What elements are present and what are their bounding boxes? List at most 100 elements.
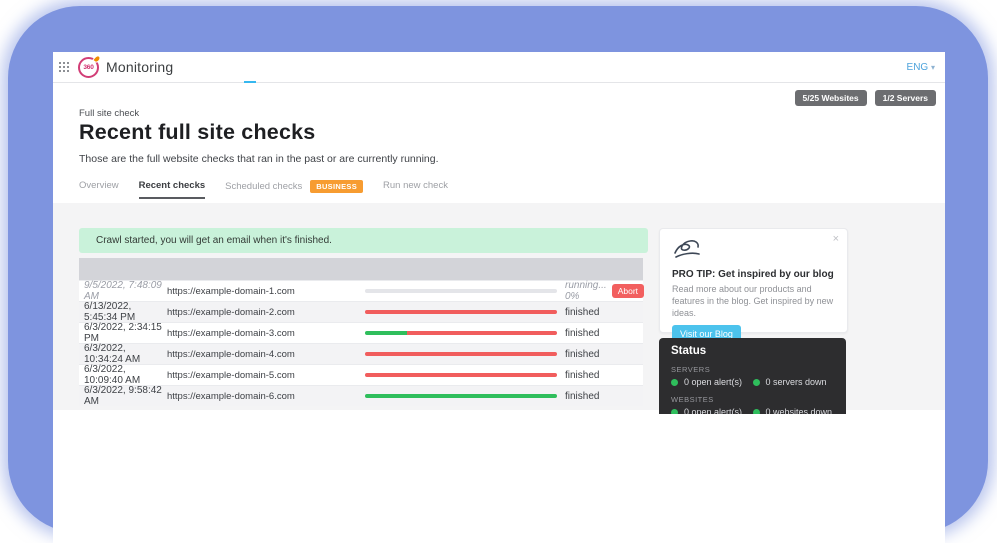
cell-date: 6/3/2022, 2:34:15 PM — [79, 322, 167, 344]
cell-date: 6/3/2022, 9:58:42 AM — [79, 385, 167, 407]
status-item: 0 open alert(s) — [671, 377, 753, 387]
status-ok-dot — [753, 379, 760, 386]
progress-bar — [365, 310, 557, 314]
page-title: Recent full site checks — [79, 120, 315, 145]
close-icon[interactable]: × — [833, 233, 839, 245]
cell-start-page: https://example-domain-4.com — [167, 349, 365, 360]
cell-start-page: https://example-domain-1.com — [167, 286, 365, 297]
table-body: 9/5/2022, 7:48:09 AM https://example-dom… — [79, 280, 643, 406]
nav-item[interactable] — [244, 52, 256, 83]
pro-tip-body: Read more about our products and feature… — [672, 283, 835, 319]
progress-segment — [407, 331, 557, 335]
cell-status: finished — [565, 328, 643, 339]
progress-bar — [365, 373, 557, 377]
blog-doodle-icon — [672, 247, 702, 264]
status-item-label: 0 servers down — [766, 377, 827, 387]
progress-bar — [365, 289, 557, 293]
table-row[interactable]: 6/3/2022, 9:58:42 AM https://example-dom… — [79, 385, 643, 406]
table-row[interactable]: 6/3/2022, 2:34:15 PM https://example-dom… — [79, 322, 643, 343]
status-ok-dot — [671, 409, 678, 415]
status-section: WEBSITES 0 open alert(s) 0 websites down — [671, 395, 834, 414]
status-section-row: 0 open alert(s) 0 servers down — [671, 377, 834, 387]
status-text: finished — [565, 307, 599, 318]
cell-start-page: https://example-domain-5.com — [167, 370, 365, 381]
status-ok-dot — [671, 379, 678, 386]
status-section: SERVERS 0 open alert(s) 0 servers down — [671, 365, 834, 387]
brand-name[interactable]: Monitoring — [106, 59, 173, 75]
brand-logo-icon[interactable]: 360 — [78, 57, 99, 78]
tab[interactable]: Overview — [79, 180, 119, 197]
nav-items — [199, 52, 304, 83]
table-row[interactable]: 6/3/2022, 10:09:40 AM https://example-do… — [79, 364, 643, 385]
pro-tip-card: × PRO TIP: Get inspired by our blog Read… — [659, 228, 848, 333]
tab[interactable]: Scheduled checks BUSINESS — [225, 180, 363, 199]
cell-date: 6/3/2022, 10:34:24 AM — [79, 343, 167, 365]
progress-segment — [365, 373, 557, 377]
websites-quota-badge[interactable]: 5/25 Websites — [795, 90, 867, 106]
cell-status: finished — [565, 391, 643, 402]
cell-status: finished — [565, 349, 643, 360]
status-card-title: Status — [671, 345, 834, 357]
logo-flame-icon — [92, 54, 102, 64]
success-banner: Crawl started, you will get an email whe… — [79, 228, 648, 253]
progress-bar — [365, 352, 557, 356]
progress-segment — [365, 331, 407, 335]
cell-result — [365, 352, 565, 356]
cell-start-page: https://example-domain-6.com — [167, 391, 365, 402]
top-navbar: 360 Monitoring ENG ▾ — [53, 52, 945, 83]
tab-label: Run new check — [383, 180, 448, 191]
progress-segment — [365, 394, 557, 398]
quota-badges: 5/25 Websites 1/2 Servers — [795, 90, 936, 106]
status-sections: SERVERS 0 open alert(s) 0 servers down W… — [671, 365, 834, 414]
status-item-label: 0 websites down — [766, 407, 833, 414]
cell-result — [365, 331, 565, 335]
status-ok-dot — [753, 409, 760, 415]
status-text: running... 0% — [565, 280, 607, 302]
nav-item[interactable] — [199, 52, 211, 83]
tab[interactable]: Run new check — [383, 180, 448, 197]
nav-item[interactable] — [274, 52, 286, 83]
caret-down-icon: ▾ — [931, 63, 935, 72]
cell-date: 9/5/2022, 7:48:09 AM — [79, 280, 167, 302]
tab-label: Recent checks — [139, 180, 206, 191]
abort-button[interactable]: Abort — [612, 284, 644, 298]
nav-item[interactable] — [214, 52, 226, 83]
cell-result — [365, 394, 565, 398]
page-header: 5/25 Websites 1/2 Servers Full site chec… — [53, 83, 945, 203]
progress-bar — [365, 331, 557, 335]
tabs: Overview Recent checks Scheduled checks … — [79, 180, 448, 199]
pro-tip-title: PRO TIP: Get inspired by our blog — [672, 269, 835, 280]
content-area: Crawl started, you will get an email whe… — [53, 203, 945, 410]
logo-360-text: 360 — [83, 64, 93, 71]
app-window: 360 Monitoring ENG ▾ 5/25 Websites 1/2 S… — [53, 52, 945, 543]
nav-item[interactable] — [259, 52, 271, 83]
status-item: 0 servers down — [753, 377, 835, 387]
status-section-label: SERVERS — [671, 365, 834, 374]
cell-date: 6/13/2022, 5:45:34 PM — [79, 301, 167, 323]
apps-grid-icon[interactable] — [59, 62, 69, 72]
progress-segment — [365, 310, 557, 314]
nav-item[interactable] — [229, 52, 241, 83]
table-row[interactable]: 6/13/2022, 5:45:34 PM https://example-do… — [79, 301, 643, 322]
status-text: finished — [565, 370, 599, 381]
cell-status: finished — [565, 307, 643, 318]
status-item-label: 0 open alert(s) — [684, 377, 742, 387]
status-text: finished — [565, 391, 599, 402]
page-description: Those are the full website checks that r… — [79, 153, 439, 165]
table-row[interactable]: 9/5/2022, 7:48:09 AM https://example-dom… — [79, 280, 643, 301]
cell-result — [365, 373, 565, 377]
tab-label: Overview — [79, 180, 119, 191]
table-header-row — [79, 258, 643, 280]
breadcrumb: Full site check — [79, 108, 139, 119]
table-row[interactable]: 6/3/2022, 10:34:24 AM https://example-do… — [79, 343, 643, 364]
status-item: 0 open alert(s) — [671, 407, 753, 414]
business-badge: BUSINESS — [310, 180, 363, 193]
nav-item[interactable] — [289, 52, 301, 83]
servers-quota-badge[interactable]: 1/2 Servers — [875, 90, 936, 106]
status-section-row: 0 open alert(s) 0 websites down — [671, 407, 834, 414]
cell-start-page: https://example-domain-3.com — [167, 328, 365, 339]
cell-date: 6/3/2022, 10:09:40 AM — [79, 364, 167, 386]
tab[interactable]: Recent checks — [139, 180, 206, 199]
language-selector[interactable]: ENG ▾ — [907, 52, 935, 83]
status-card: Status SERVERS 0 open alert(s) 0 servers… — [659, 338, 846, 414]
